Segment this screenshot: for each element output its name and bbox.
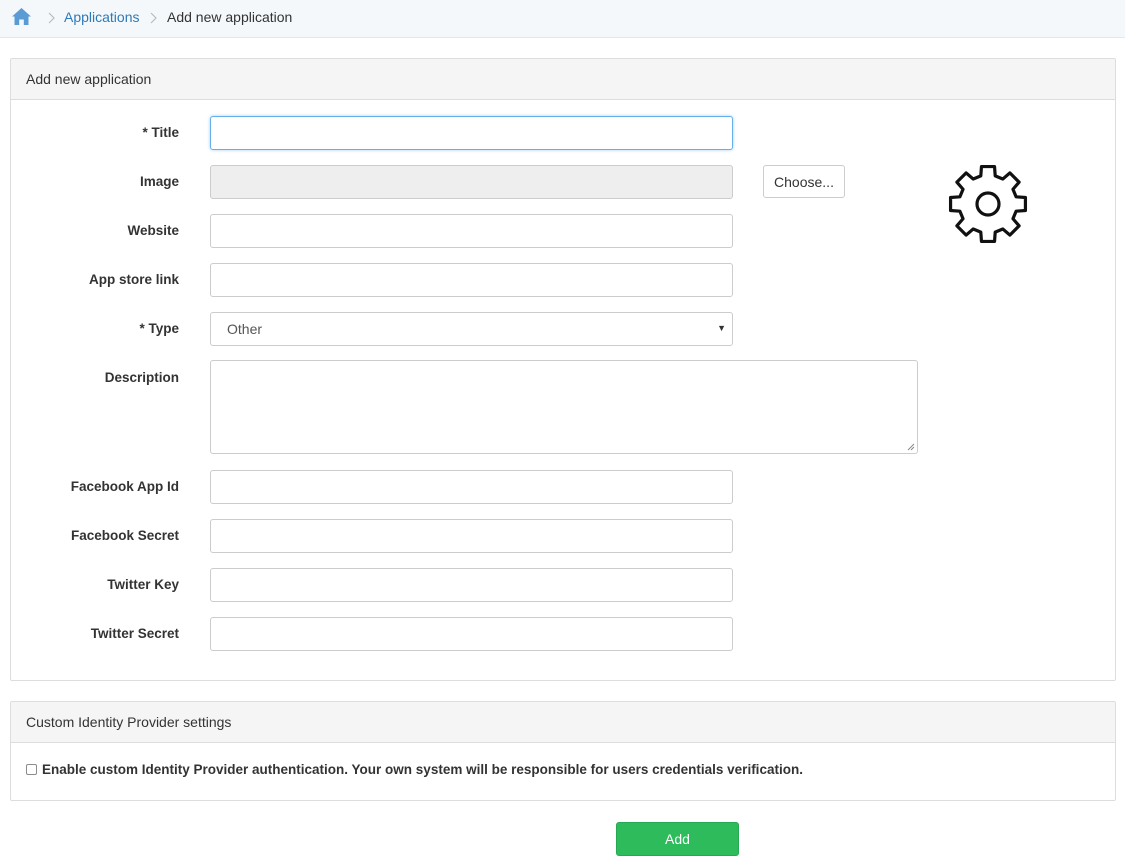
title-input[interactable]: [210, 116, 733, 150]
description-label: Description: [104, 370, 179, 385]
app-store-link-input[interactable]: [210, 263, 733, 297]
twitter-secret-label: Twitter Secret: [90, 626, 179, 641]
twitter-secret-input[interactable]: [210, 617, 733, 651]
identity-provider-checkbox[interactable]: [26, 764, 37, 775]
app-store-link-label: App store link: [88, 272, 179, 287]
identity-provider-checkbox-label[interactable]: Enable custom Identity Provider authenti…: [42, 762, 803, 777]
home-icon[interactable]: [11, 7, 32, 26]
facebook-secret-label: Facebook Secret: [70, 528, 179, 543]
title-label: * Title: [142, 125, 179, 140]
gear-icon: [948, 164, 1028, 244]
facebook-secret-input[interactable]: [210, 519, 733, 553]
caret-down-icon: ▼: [717, 323, 726, 333]
description-textarea[interactable]: [210, 360, 918, 454]
chevron-right-icon: [48, 12, 55, 24]
type-select-value: Other: [227, 321, 263, 337]
breadcrumb: Applications Add new application: [0, 0, 1125, 38]
facebook-app-id-label: Facebook App Id: [70, 479, 179, 494]
panel-title: Add new application: [11, 59, 1115, 100]
chevron-right-icon: [150, 12, 157, 24]
website-input[interactable]: [210, 214, 733, 248]
twitter-key-input[interactable]: [210, 568, 733, 602]
website-label: Website: [127, 223, 179, 238]
facebook-app-id-input[interactable]: [210, 470, 733, 504]
image-path-input: [210, 165, 733, 199]
breadcrumb-applications-link[interactable]: Applications: [64, 8, 140, 26]
add-button[interactable]: Add: [616, 822, 739, 856]
breadcrumb-current: Add new application: [167, 9, 293, 25]
type-select[interactable]: Other ▼: [210, 312, 733, 346]
image-label: Image: [139, 174, 179, 189]
resize-grip-icon[interactable]: [907, 443, 915, 451]
add-application-panel: Add new application * Title Image Choose…: [10, 58, 1116, 681]
identity-provider-panel: Custom Identity Provider settings Enable…: [10, 701, 1116, 801]
identity-provider-option: Enable custom Identity Provider authenti…: [26, 762, 803, 777]
twitter-key-label: Twitter Key: [107, 577, 179, 592]
choose-image-button[interactable]: Choose...: [763, 165, 845, 198]
type-label: * Type: [139, 321, 179, 336]
panel-title: Custom Identity Provider settings: [11, 702, 1115, 743]
